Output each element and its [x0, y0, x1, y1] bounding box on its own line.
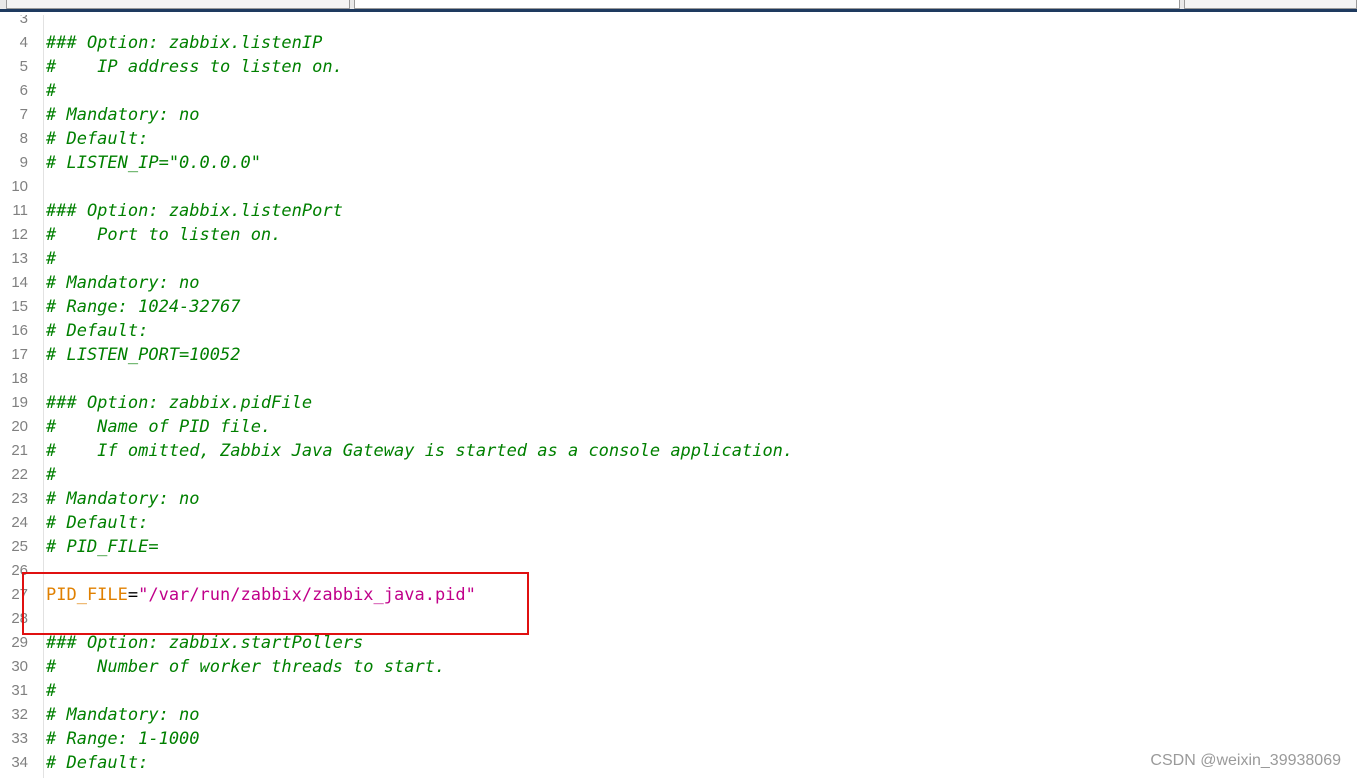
line-number: 11: [12, 202, 28, 219]
code-text: #: [46, 81, 57, 101]
line-number: 24: [11, 514, 28, 531]
code-line: 24 # Default:: [0, 511, 1357, 535]
code-line: 10: [0, 175, 1357, 199]
code-line: 23 # Mandatory: no: [0, 487, 1357, 511]
code-text: # LISTEN_PORT=10052: [46, 345, 241, 365]
code-text: #: [46, 465, 57, 485]
line-number: 32: [11, 706, 28, 723]
code-text: ### Option: zabbix.pidFile: [46, 393, 313, 413]
code-text: # IP address to listen on.: [46, 57, 343, 77]
code-text: # If omitted, Zabbix Java Gateway is sta…: [46, 441, 794, 461]
line-number: 20: [11, 418, 28, 435]
code-line: 15 # Range: 1024-32767: [0, 295, 1357, 319]
code-text: ### Option: zabbix.listenIP: [46, 33, 323, 53]
code-line: 22 #: [0, 463, 1357, 487]
line-number: 12: [11, 226, 28, 243]
editor-tab-active[interactable]: [354, 0, 1180, 9]
code-line: 6 #: [0, 79, 1357, 103]
code-editor[interactable]: 3 4 ### Option: zabbix.listenIP 5 # IP a…: [0, 15, 1357, 778]
line-number: 22: [11, 466, 28, 483]
code-text: # Default:: [46, 513, 149, 533]
line-number: 14: [11, 274, 28, 291]
line-number: 7: [19, 106, 28, 123]
line-number: 4: [19, 34, 28, 51]
line-number: 15: [11, 298, 28, 315]
editor-tab-3[interactable]: [1184, 0, 1357, 9]
line-number: 5: [19, 58, 28, 75]
code-line: 30 # Number of worker threads to start.: [0, 655, 1357, 679]
line-number: 17: [11, 346, 28, 363]
code-line: 9 # LISTEN_IP="0.0.0.0": [0, 151, 1357, 175]
code-line: 4 ### Option: zabbix.listenIP: [0, 31, 1357, 55]
code-text: # Name of PID file.: [46, 417, 272, 437]
line-number: 18: [11, 370, 28, 387]
code-text: # Default:: [46, 753, 149, 773]
code-line: 31 #: [0, 679, 1357, 703]
code-text: # LISTEN_IP="0.0.0.0": [46, 153, 261, 173]
line-number: 9: [19, 154, 28, 171]
code-text: # Mandatory: no: [46, 105, 200, 125]
line-number: 21: [11, 442, 28, 459]
code-line: 16 # Default:: [0, 319, 1357, 343]
code-text: #: [46, 249, 57, 269]
code-text: #: [46, 681, 57, 701]
code-line: 25 # PID_FILE=: [0, 535, 1357, 559]
line-number: 19: [11, 394, 28, 411]
code-line: 19 ### Option: zabbix.pidFile: [0, 391, 1357, 415]
code-line: 12 # Port to listen on.: [0, 223, 1357, 247]
code-line: 33 # Range: 1-1000: [0, 727, 1357, 751]
editor-tab-1[interactable]: [6, 0, 350, 9]
code-line: 32 # Mandatory: no: [0, 703, 1357, 727]
code-line: 3: [0, 15, 1357, 31]
code-text: # Mandatory: no: [46, 273, 200, 293]
line-number: 6: [19, 82, 28, 99]
tab-bar: [0, 0, 1357, 12]
code-line: 5 # IP address to listen on.: [0, 55, 1357, 79]
code-text: # Range: 1-1000: [46, 729, 200, 749]
code-line: 18: [0, 367, 1357, 391]
code-line: 17 # LISTEN_PORT=10052: [0, 343, 1357, 367]
line-number: 3: [19, 15, 28, 27]
code-text: # Default:: [46, 129, 149, 149]
line-number: 8: [19, 130, 28, 147]
text-editor-window: 3 4 ### Option: zabbix.listenIP 5 # IP a…: [0, 0, 1357, 778]
code-text: ### Option: zabbix.listenPort: [46, 201, 343, 221]
code-line: 13 #: [0, 247, 1357, 271]
line-number: 33: [11, 730, 28, 747]
code-text: # Mandatory: no: [46, 489, 200, 509]
line-number: 31: [11, 682, 28, 699]
code-line: 11 ### Option: zabbix.listenPort: [0, 199, 1357, 223]
red-highlight-box: [22, 572, 529, 635]
code-text: # Port to listen on.: [46, 225, 282, 245]
code-text: # PID_FILE=: [46, 537, 159, 557]
code-line: 8 # Default:: [0, 127, 1357, 151]
code-line: 7 # Mandatory: no: [0, 103, 1357, 127]
line-number: 30: [11, 658, 28, 675]
line-number: 23: [11, 490, 28, 507]
line-number: 25: [11, 538, 28, 555]
line-number: 34: [11, 754, 28, 771]
code-text: # Mandatory: no: [46, 705, 200, 725]
code-line: 14 # Mandatory: no: [0, 271, 1357, 295]
line-number: 13: [11, 250, 28, 267]
line-number: 16: [11, 322, 28, 339]
code-line: 20 # Name of PID file.: [0, 415, 1357, 439]
code-text: # Number of worker threads to start.: [46, 657, 446, 677]
code-text: # Range: 1024-32767: [46, 297, 241, 317]
line-number: 10: [11, 178, 28, 195]
code-line: 21 # If omitted, Zabbix Java Gateway is …: [0, 439, 1357, 463]
code-text: # Default:: [46, 321, 149, 341]
watermark-text: CSDN @weixin_39938069: [1150, 752, 1341, 769]
